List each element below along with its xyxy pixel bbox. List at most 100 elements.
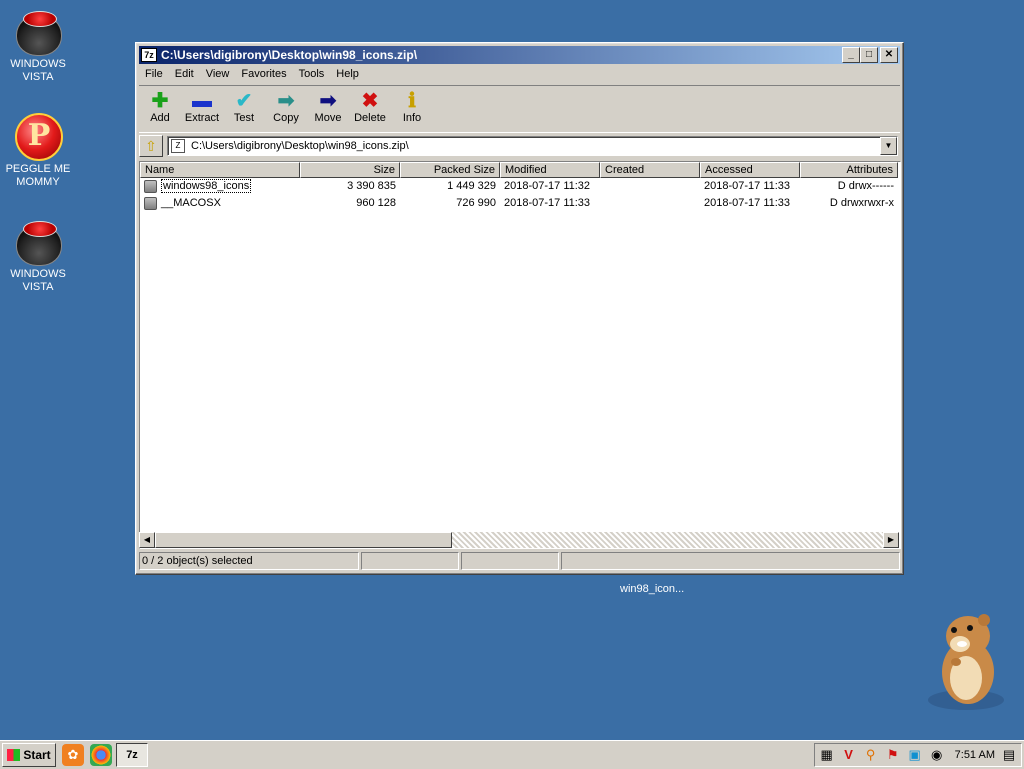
- start-label: Start: [23, 748, 51, 762]
- toolbar-label: Move: [314, 112, 342, 124]
- start-button[interactable]: Start: [2, 743, 56, 767]
- desktop-icon-windows-vista[interactable]: WINDOWS VISTA: [0, 8, 76, 84]
- copy-button[interactable]: ➡ Copy: [265, 86, 307, 132]
- list-header: Name Size Packed Size Modified Created A…: [140, 162, 900, 178]
- extract-button[interactable]: ▬ Extract: [181, 86, 223, 132]
- column-header-packed-size[interactable]: Packed Size: [400, 162, 500, 178]
- scroll-left-button[interactable]: ◀: [139, 532, 155, 548]
- menu-help[interactable]: Help: [330, 65, 365, 83]
- windows-vista-icon: [16, 221, 62, 266]
- address-combobox[interactable]: Z C:\Users\digibrony\Desktop\win98_icons…: [167, 136, 898, 156]
- move-button[interactable]: ➡ Move: [307, 86, 349, 132]
- menu-bar: File Edit View Favorites Tools Help: [139, 65, 900, 83]
- zip-file-icon: Z: [171, 139, 185, 153]
- toolbar-label: Test: [233, 112, 255, 124]
- scroll-right-button[interactable]: ▶: [883, 532, 899, 548]
- row-modified: 2018-07-17 11:32: [504, 180, 591, 192]
- desktop-icon-label: VISTA: [22, 71, 54, 83]
- desktop-icon-peggle[interactable]: P PEGGLE ME MOMMY: [0, 113, 76, 189]
- column-header-accessed[interactable]: Accessed: [700, 162, 800, 178]
- row-accessed: 2018-07-17 11:33: [704, 180, 791, 192]
- copy-arrow-icon: ➡: [277, 90, 295, 112]
- check-icon: ✔: [235, 90, 253, 112]
- clock[interactable]: 7:51 AM: [955, 749, 995, 761]
- show-desktop-icon[interactable]: ▤: [1001, 747, 1017, 763]
- info-button[interactable]: ℹ Info: [391, 86, 433, 132]
- speaker-icon[interactable]: ◉: [929, 747, 945, 763]
- row-modified: 2018-07-17 11:33: [504, 197, 591, 209]
- antivirus-icon[interactable]: V: [841, 747, 857, 763]
- column-header-attributes[interactable]: Attributes: [800, 162, 898, 178]
- column-header-size[interactable]: Size: [300, 162, 400, 178]
- minimize-button[interactable]: _: [842, 47, 860, 63]
- add-button[interactable]: ✚ Add: [139, 86, 181, 132]
- status-bar: 0 / 2 object(s) selected: [139, 552, 900, 570]
- chrome-icon[interactable]: [90, 744, 112, 766]
- taskbar-button-7zip[interactable]: 7z: [116, 743, 148, 767]
- toolbar-label: Delete: [354, 112, 386, 124]
- status-selection: 0 / 2 object(s) selected: [139, 552, 359, 570]
- 7zip-app-icon: 7z: [141, 48, 157, 62]
- row-name: windows98_icons: [161, 179, 252, 193]
- file-list[interactable]: Name Size Packed Size Modified Created A…: [139, 161, 901, 549]
- row-attributes: D drwx------: [837, 180, 894, 192]
- peggle-icon: P: [15, 113, 63, 161]
- row-name: __MACOSX: [161, 197, 221, 209]
- desktop-icon-windows-vista-2[interactable]: WINDOWS VISTA: [0, 218, 76, 294]
- windows-flag-icon: [7, 749, 21, 761]
- table-row[interactable]: windows98_icons 3 390 835 1 449 329 2018…: [140, 178, 900, 195]
- desktop-icon-label: VISTA: [22, 281, 54, 293]
- address-text: C:\Users\digibrony\Desktop\win98_icons.z…: [191, 140, 409, 152]
- row-packed-size: 1 449 329: [447, 180, 496, 192]
- folder-icon: [144, 179, 157, 193]
- taskbar: Start ✿ 7z ▦ V ⚲ ⚑ ▣ ◉ 7:51 AM ▤: [0, 740, 1024, 769]
- desktop-icon-label: PEGGLE ME: [5, 163, 71, 175]
- flag-icon[interactable]: ⚑: [885, 747, 901, 763]
- row-attributes: D drwxrwxr-x: [829, 197, 894, 209]
- toolbar: ✚ Add ▬ Extract ✔ Test ➡ Copy ➡ Move ✖ D…: [139, 85, 900, 133]
- move-arrow-icon: ➡: [319, 90, 337, 112]
- close-button[interactable]: ✕: [880, 47, 898, 63]
- plus-icon: ✚: [151, 90, 169, 112]
- title-bar[interactable]: 7z C:\Users\digibrony\Desktop\win98_icon…: [139, 46, 900, 64]
- system-tray: ▦ V ⚲ ⚑ ▣ ◉ 7:51 AM ▤: [813, 743, 1022, 767]
- horizontal-scrollbar[interactable]: ◀ ▶: [139, 532, 899, 548]
- status-panel-2: [361, 552, 459, 570]
- menu-view[interactable]: View: [200, 65, 236, 83]
- test-button[interactable]: ✔ Test: [223, 86, 265, 132]
- toolbar-label: Add: [150, 112, 170, 124]
- row-packed-size: 726 990: [456, 197, 496, 209]
- menu-file[interactable]: File: [139, 65, 169, 83]
- windows-vista-icon: [16, 11, 62, 56]
- file-manager-window: 7z C:\Users\digibrony\Desktop\win98_icon…: [135, 42, 904, 575]
- column-header-name[interactable]: Name: [140, 162, 300, 178]
- maximize-button[interactable]: □: [860, 47, 878, 63]
- column-header-modified[interactable]: Modified: [500, 162, 600, 178]
- menu-edit[interactable]: Edit: [169, 65, 200, 83]
- delete-button[interactable]: ✖ Delete: [349, 86, 391, 132]
- address-row: ⇧ Z C:\Users\digibrony\Desktop\win98_ico…: [139, 135, 900, 157]
- scroll-thumb[interactable]: [155, 532, 452, 548]
- table-row[interactable]: __MACOSX 960 128 726 990 2018-07-17 11:3…: [140, 195, 900, 212]
- network-icon[interactable]: ▦: [819, 747, 835, 763]
- monitor-icon[interactable]: ▣: [907, 747, 923, 763]
- toolbar-label: Info: [402, 112, 422, 124]
- minus-icon: ▬: [192, 90, 212, 112]
- folder-icon: [144, 196, 157, 210]
- chevron-down-icon[interactable]: ▼: [880, 137, 897, 155]
- menu-favorites[interactable]: Favorites: [235, 65, 292, 83]
- up-folder-button[interactable]: ⇧: [139, 135, 163, 157]
- row-created: [600, 195, 700, 212]
- desktop-icon-label: WINDOWS: [10, 58, 66, 70]
- quicklaunch-app-icon[interactable]: ✿: [62, 744, 84, 766]
- desktop-icon-label: MOMMY: [16, 176, 60, 188]
- desktop-file-label[interactable]: win98_icon...: [620, 583, 684, 595]
- up-folder-icon: ⇧: [145, 138, 157, 154]
- desktop-icon-label: WINDOWS: [10, 268, 66, 280]
- toolbar-label: Copy: [273, 112, 299, 124]
- info-icon: ℹ: [408, 90, 416, 112]
- column-header-created[interactable]: Created: [600, 162, 700, 178]
- row-size: 3 390 835: [347, 180, 396, 192]
- menu-tools[interactable]: Tools: [293, 65, 331, 83]
- search-icon[interactable]: ⚲: [863, 747, 879, 763]
